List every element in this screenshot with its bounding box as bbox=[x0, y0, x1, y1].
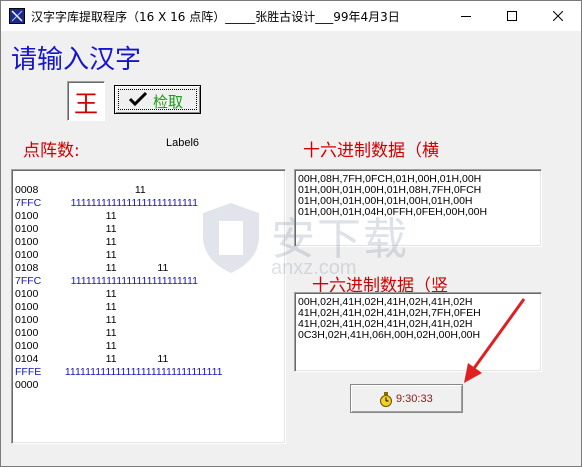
dot-row-bits: 11 11 bbox=[59, 262, 169, 274]
maximize-icon bbox=[507, 11, 517, 21]
dot-row-hex: 0008 bbox=[15, 184, 39, 196]
dot-row: 0100 11 bbox=[15, 210, 117, 223]
close-icon bbox=[553, 11, 563, 21]
dot-row: 0108 11 11 bbox=[15, 262, 168, 275]
dot-row-bits: 11 bbox=[59, 210, 117, 222]
page-heading: 请输入汉字 bbox=[11, 45, 142, 75]
dot-row: 0100 11 bbox=[15, 314, 117, 327]
dot-row: 7FFC 1111111111111111111111111 bbox=[15, 275, 198, 288]
dot-matrix-box[interactable]: 0008 11 7FFC 1111111111111111111111111 010… bbox=[11, 169, 286, 444]
maximize-button[interactable] bbox=[489, 1, 535, 31]
dot-row-hex: 0100 bbox=[15, 314, 39, 326]
dot-row-hex: 0100 bbox=[15, 301, 39, 313]
checkmark-icon bbox=[128, 91, 148, 111]
char-input[interactable]: 王 bbox=[67, 81, 105, 121]
dot-row-hex: 0100 bbox=[15, 236, 39, 248]
dot-row-bits: 11 bbox=[59, 249, 117, 261]
dot-row-bits: 1111111111111111111111111111111 bbox=[59, 366, 223, 378]
dot-row-bits: 11 bbox=[59, 340, 117, 352]
dot-row-hex: FFFE bbox=[15, 366, 42, 378]
app-icon[interactable] bbox=[9, 8, 25, 24]
dot-row-hex: 0104 bbox=[15, 353, 39, 365]
dot-row-hex: 0100 bbox=[15, 249, 39, 261]
dot-row: 0100 11 bbox=[15, 288, 117, 301]
dot-row-bits: 11 bbox=[59, 236, 117, 248]
hex-line: 0C3H,02H,41H,06H,00H,02H,00H,00H bbox=[298, 329, 481, 341]
arrow-annotation bbox=[464, 298, 526, 383]
time-button-label: 9:30:33 bbox=[396, 393, 433, 405]
dot-row-hex: 7FFC bbox=[15, 275, 42, 287]
dot-row-bits: 11 bbox=[59, 327, 117, 339]
dot-row-bits: 1111111111111111111111111 bbox=[59, 275, 198, 287]
dot-row-hex: 0100 bbox=[15, 210, 39, 222]
dot-row-bits: 11 bbox=[59, 184, 146, 196]
dot-row-bits: 11 bbox=[59, 288, 117, 300]
dot-matrix-label: 点阵数: bbox=[23, 141, 80, 161]
title-bar[interactable]: 汉字字库提取程序（16 X 16 点阵）_____张胜古设计___99年4月3日 bbox=[1, 1, 581, 31]
hex-horizontal-box[interactable]: 00H,08H,7FH,0FCH,01H,00H,01H,00H 01H,00H… bbox=[294, 169, 542, 247]
dot-row-bits: 11 bbox=[59, 301, 117, 313]
dot-row-hex: 0000 bbox=[15, 379, 39, 391]
dot-row-hex: 0108 bbox=[15, 262, 39, 274]
char-input-value: 王 bbox=[74, 90, 98, 118]
dot-row: 0100 11 bbox=[15, 301, 117, 314]
stopwatch-icon bbox=[379, 392, 393, 411]
hex-horizontal-label: 十六进制数据（横 bbox=[303, 141, 439, 161]
window-title: 汉字字库提取程序（16 X 16 点阵）_____张胜古设计___99年4月3日 bbox=[31, 10, 400, 24]
dot-row: 0100 11 bbox=[15, 236, 117, 249]
dot-row-bits: 11 11 bbox=[59, 353, 169, 365]
dot-row: 0100 11 bbox=[15, 249, 117, 262]
dot-row: 7FFC 1111111111111111111111111 bbox=[15, 197, 198, 210]
dot-row: 0100 11 bbox=[15, 340, 117, 353]
check-button-label: 检取 bbox=[153, 93, 184, 111]
label6: Label6 bbox=[166, 137, 200, 149]
dot-row-hex: 0100 bbox=[15, 340, 39, 352]
minimize-icon bbox=[461, 16, 471, 17]
dot-row-hex: 0100 bbox=[15, 327, 39, 339]
dot-row-bits: 1111111111111111111111111 bbox=[59, 197, 198, 209]
check-button[interactable]: 检取 bbox=[114, 85, 201, 114]
dot-row: 0008 11 bbox=[15, 184, 146, 197]
minimize-button[interactable] bbox=[443, 1, 489, 31]
dot-row-bits: 11 bbox=[59, 223, 117, 235]
app-window: 汉字字库提取程序（16 X 16 点阵）_____张胜古设计___99年4月3日… bbox=[0, 0, 582, 467]
dot-row: 0000 bbox=[15, 379, 59, 392]
dot-row: 0104 11 11 bbox=[15, 353, 168, 366]
dot-row: 0100 11 bbox=[15, 327, 117, 340]
dot-row-hex: 7FFC bbox=[15, 197, 42, 209]
dot-row: FFFE 1111111111111111111111111111111 bbox=[15, 366, 222, 379]
dot-row: 0100 11 bbox=[15, 223, 117, 236]
dot-row-hex: 0100 bbox=[15, 223, 39, 235]
hex-line: 01H,00H,01H,04H,0FFH,0FEH,00H,00H bbox=[298, 206, 488, 218]
dot-row-bits: 11 bbox=[59, 314, 117, 326]
dot-row-hex: 0100 bbox=[15, 288, 39, 300]
close-button[interactable] bbox=[535, 1, 581, 31]
time-button[interactable]: 9:30:33 bbox=[350, 384, 463, 413]
